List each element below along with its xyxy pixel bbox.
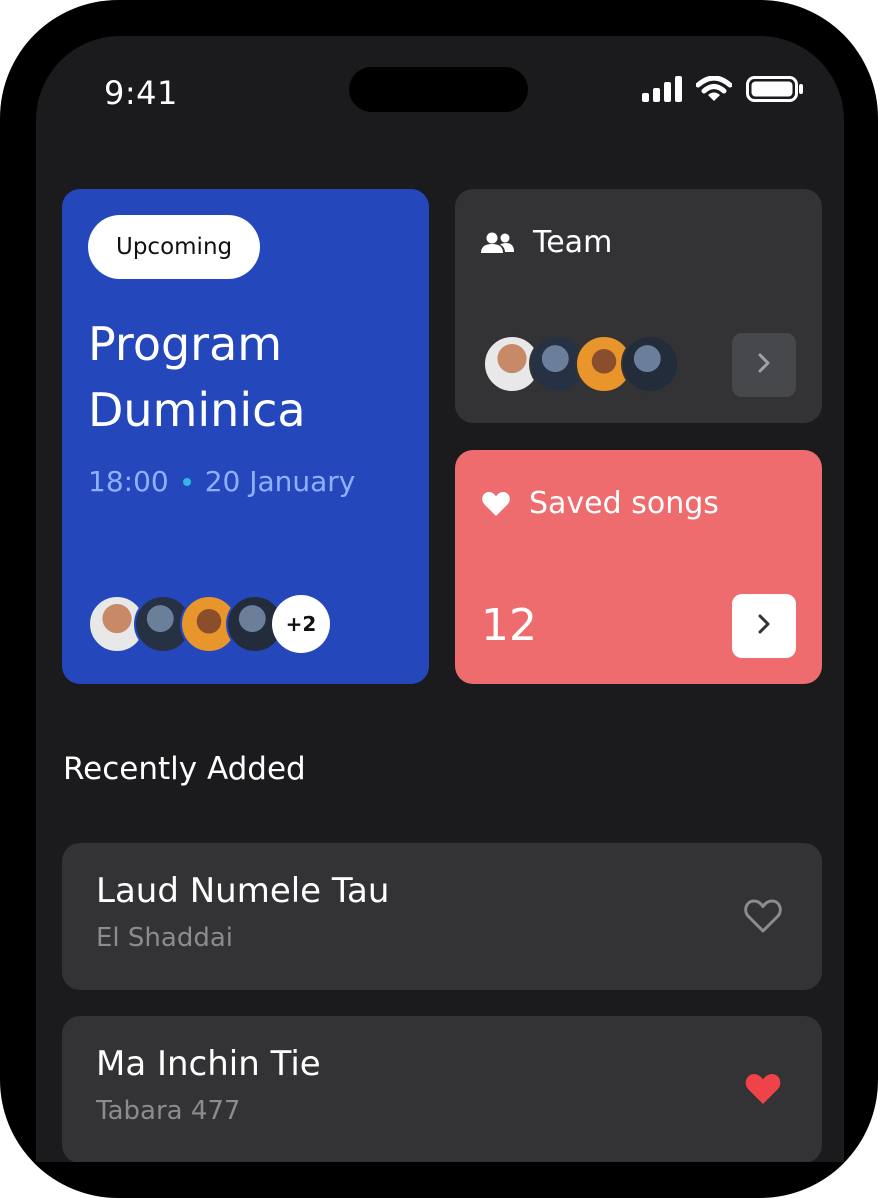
avatar	[621, 335, 679, 393]
participants-avatars: +2	[88, 595, 330, 653]
status-icons	[642, 76, 804, 102]
song-artist: El Shaddai	[96, 923, 233, 953]
program-schedule: 18:00 20 January	[88, 465, 355, 498]
saved-songs-open-button[interactable]	[732, 594, 796, 658]
song-list-item[interactable]: Laud Numele Tau El Shaddai	[62, 843, 822, 990]
chevron-right-icon	[757, 613, 771, 639]
heart-icon	[481, 490, 511, 518]
favorite-toggle[interactable]	[744, 898, 782, 938]
saved-songs-count: 12	[481, 600, 537, 651]
heart-outline-icon	[744, 898, 782, 938]
team-avatars	[483, 335, 679, 393]
song-artist: Tabara 477	[96, 1096, 241, 1126]
people-icon	[481, 231, 515, 255]
app-screen: 9:41 Upcoming Program Duminica 18:00 20 …	[36, 36, 844, 1162]
heart-filled-icon	[744, 1071, 782, 1111]
team-card[interactable]: Team	[455, 189, 822, 423]
song-list-item[interactable]: Ma Inchin Tie Tabara 477	[62, 1016, 822, 1162]
dynamic-island	[349, 67, 528, 112]
saved-songs-card[interactable]: Saved songs 12	[455, 450, 822, 684]
phone-frame: 9:41 Upcoming Program Duminica 18:00 20 …	[0, 0, 878, 1198]
favorite-toggle[interactable]	[744, 1071, 782, 1111]
status-time: 9:41	[104, 74, 178, 112]
team-label: Team	[533, 225, 613, 260]
program-title: Program Duminica	[88, 317, 306, 437]
song-title: Laud Numele Tau	[96, 871, 390, 911]
upcoming-program-card[interactable]: Upcoming Program Duminica 18:00 20 Janua…	[62, 189, 429, 684]
saved-songs-header: Saved songs	[481, 486, 719, 521]
program-time: 18:00	[88, 465, 169, 498]
saved-songs-label: Saved songs	[529, 486, 719, 521]
separator-dot	[182, 477, 191, 486]
battery-icon	[746, 76, 804, 102]
song-title: Ma Inchin Tie	[96, 1044, 321, 1084]
chevron-right-icon	[757, 352, 771, 378]
recently-added-title: Recently Added	[63, 751, 306, 787]
program-date: 20 January	[204, 465, 356, 498]
signal-icon	[642, 76, 682, 102]
wifi-icon	[696, 76, 732, 102]
upcoming-badge: Upcoming	[88, 215, 261, 279]
team-header: Team	[481, 225, 612, 260]
team-open-button[interactable]	[732, 333, 796, 397]
more-participants-count: +2	[272, 595, 330, 653]
